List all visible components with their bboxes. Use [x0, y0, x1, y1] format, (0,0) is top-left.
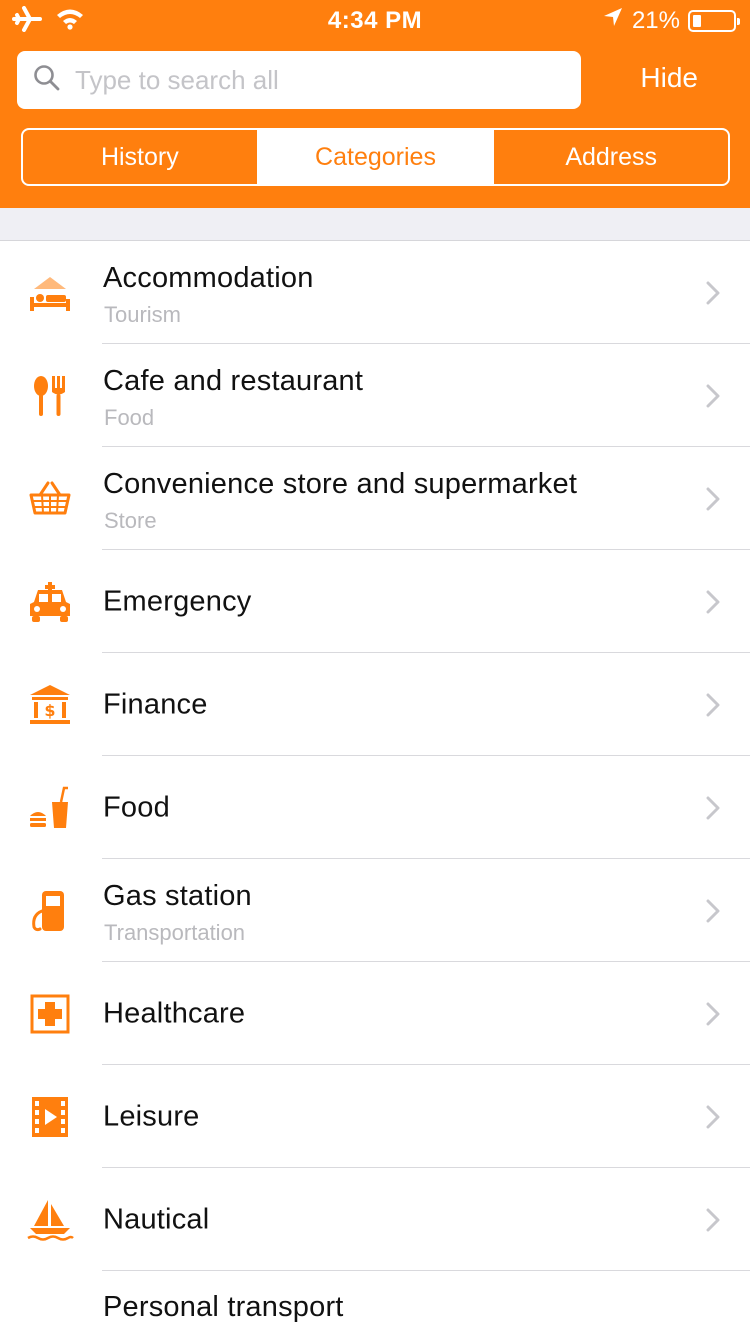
tab-address[interactable]: Address [492, 130, 728, 184]
chevron-right-icon [706, 1208, 720, 1232]
hide-button[interactable]: Hide [640, 62, 698, 94]
svg-text:$: $ [44, 701, 55, 720]
film-icon [26, 1093, 74, 1141]
location-arrow-icon [602, 6, 624, 35]
item-title: Finance [103, 688, 208, 720]
header: 4:34 PM 21% Hide History Categories Addr… [0, 0, 750, 208]
item-title: Gas station [103, 880, 252, 912]
list-item-healthcare[interactable]: Healthcare [0, 962, 750, 1065]
item-title: Convenience store and supermarket [103, 468, 578, 500]
search-bar[interactable] [17, 51, 581, 109]
chevron-right-icon [706, 487, 720, 511]
chevron-right-icon [706, 899, 720, 923]
list-item-cafe-and-restaurant[interactable]: Cafe and restaurant Food [0, 344, 750, 447]
category-list: Accommodation Tourism Cafe and restauran… [0, 241, 750, 1334]
item-title: Food [103, 791, 170, 823]
list-item-food[interactable]: Food [0, 756, 750, 859]
tab-history[interactable]: History [23, 130, 257, 184]
tab-categories[interactable]: Categories [256, 130, 493, 184]
chevron-right-icon [706, 281, 720, 305]
item-title: Emergency [103, 585, 252, 617]
list-item-accommodation[interactable]: Accommodation Tourism [0, 241, 750, 344]
chevron-right-icon [706, 693, 720, 717]
item-title: Nautical [103, 1203, 210, 1235]
search-icon [33, 64, 61, 97]
item-subtitle: Tourism [104, 302, 182, 327]
sailboat-icon [26, 1196, 74, 1244]
status-right: 21% [602, 6, 740, 35]
car-icon [26, 1327, 74, 1334]
chevron-right-icon [706, 1002, 720, 1026]
search-input[interactable] [75, 64, 555, 96]
burger-drink-icon [26, 784, 74, 832]
battery-percent: 21% [631, 6, 680, 34]
ambulance-icon [26, 578, 74, 626]
section-spacer [0, 208, 750, 241]
list-item-personal-transport[interactable]: Personal transport [0, 1271, 750, 1334]
item-title: Healthcare [103, 997, 246, 1029]
chevron-right-icon [706, 796, 720, 820]
battery-fill [693, 14, 701, 27]
first-aid-icon [26, 990, 74, 1038]
status-bar: 4:34 PM 21% [0, 0, 750, 40]
list-item-finance[interactable]: $ Finance [0, 653, 750, 756]
item-subtitle: Store [104, 508, 157, 533]
segmented-control: History Categories Address [21, 128, 730, 186]
fuel-pump-icon [26, 887, 74, 935]
list-item-emergency[interactable]: Emergency [0, 550, 750, 653]
item-subtitle: Food [104, 405, 155, 430]
item-title: Cafe and restaurant [103, 365, 364, 397]
item-title: Accommodation [103, 262, 314, 294]
bank-icon: $ [26, 681, 74, 729]
item-title: Personal transport [103, 1291, 344, 1323]
chevron-right-icon [706, 1105, 720, 1129]
basket-icon [26, 475, 74, 523]
chevron-right-icon [706, 384, 720, 408]
item-subtitle: Transportation [104, 920, 246, 945]
list-item-gas-station[interactable]: Gas station Transportation [0, 859, 750, 962]
list-item-leisure[interactable]: Leisure [0, 1065, 750, 1168]
battery-icon [688, 9, 740, 32]
chevron-right-icon [706, 590, 720, 614]
item-title: Leisure [103, 1100, 200, 1132]
list-item-convenience-store[interactable]: Convenience store and supermarket Store [0, 447, 750, 550]
list-item-nautical[interactable]: Nautical [0, 1168, 750, 1271]
spoon-fork-icon [26, 372, 74, 420]
bed-icon [26, 269, 74, 317]
